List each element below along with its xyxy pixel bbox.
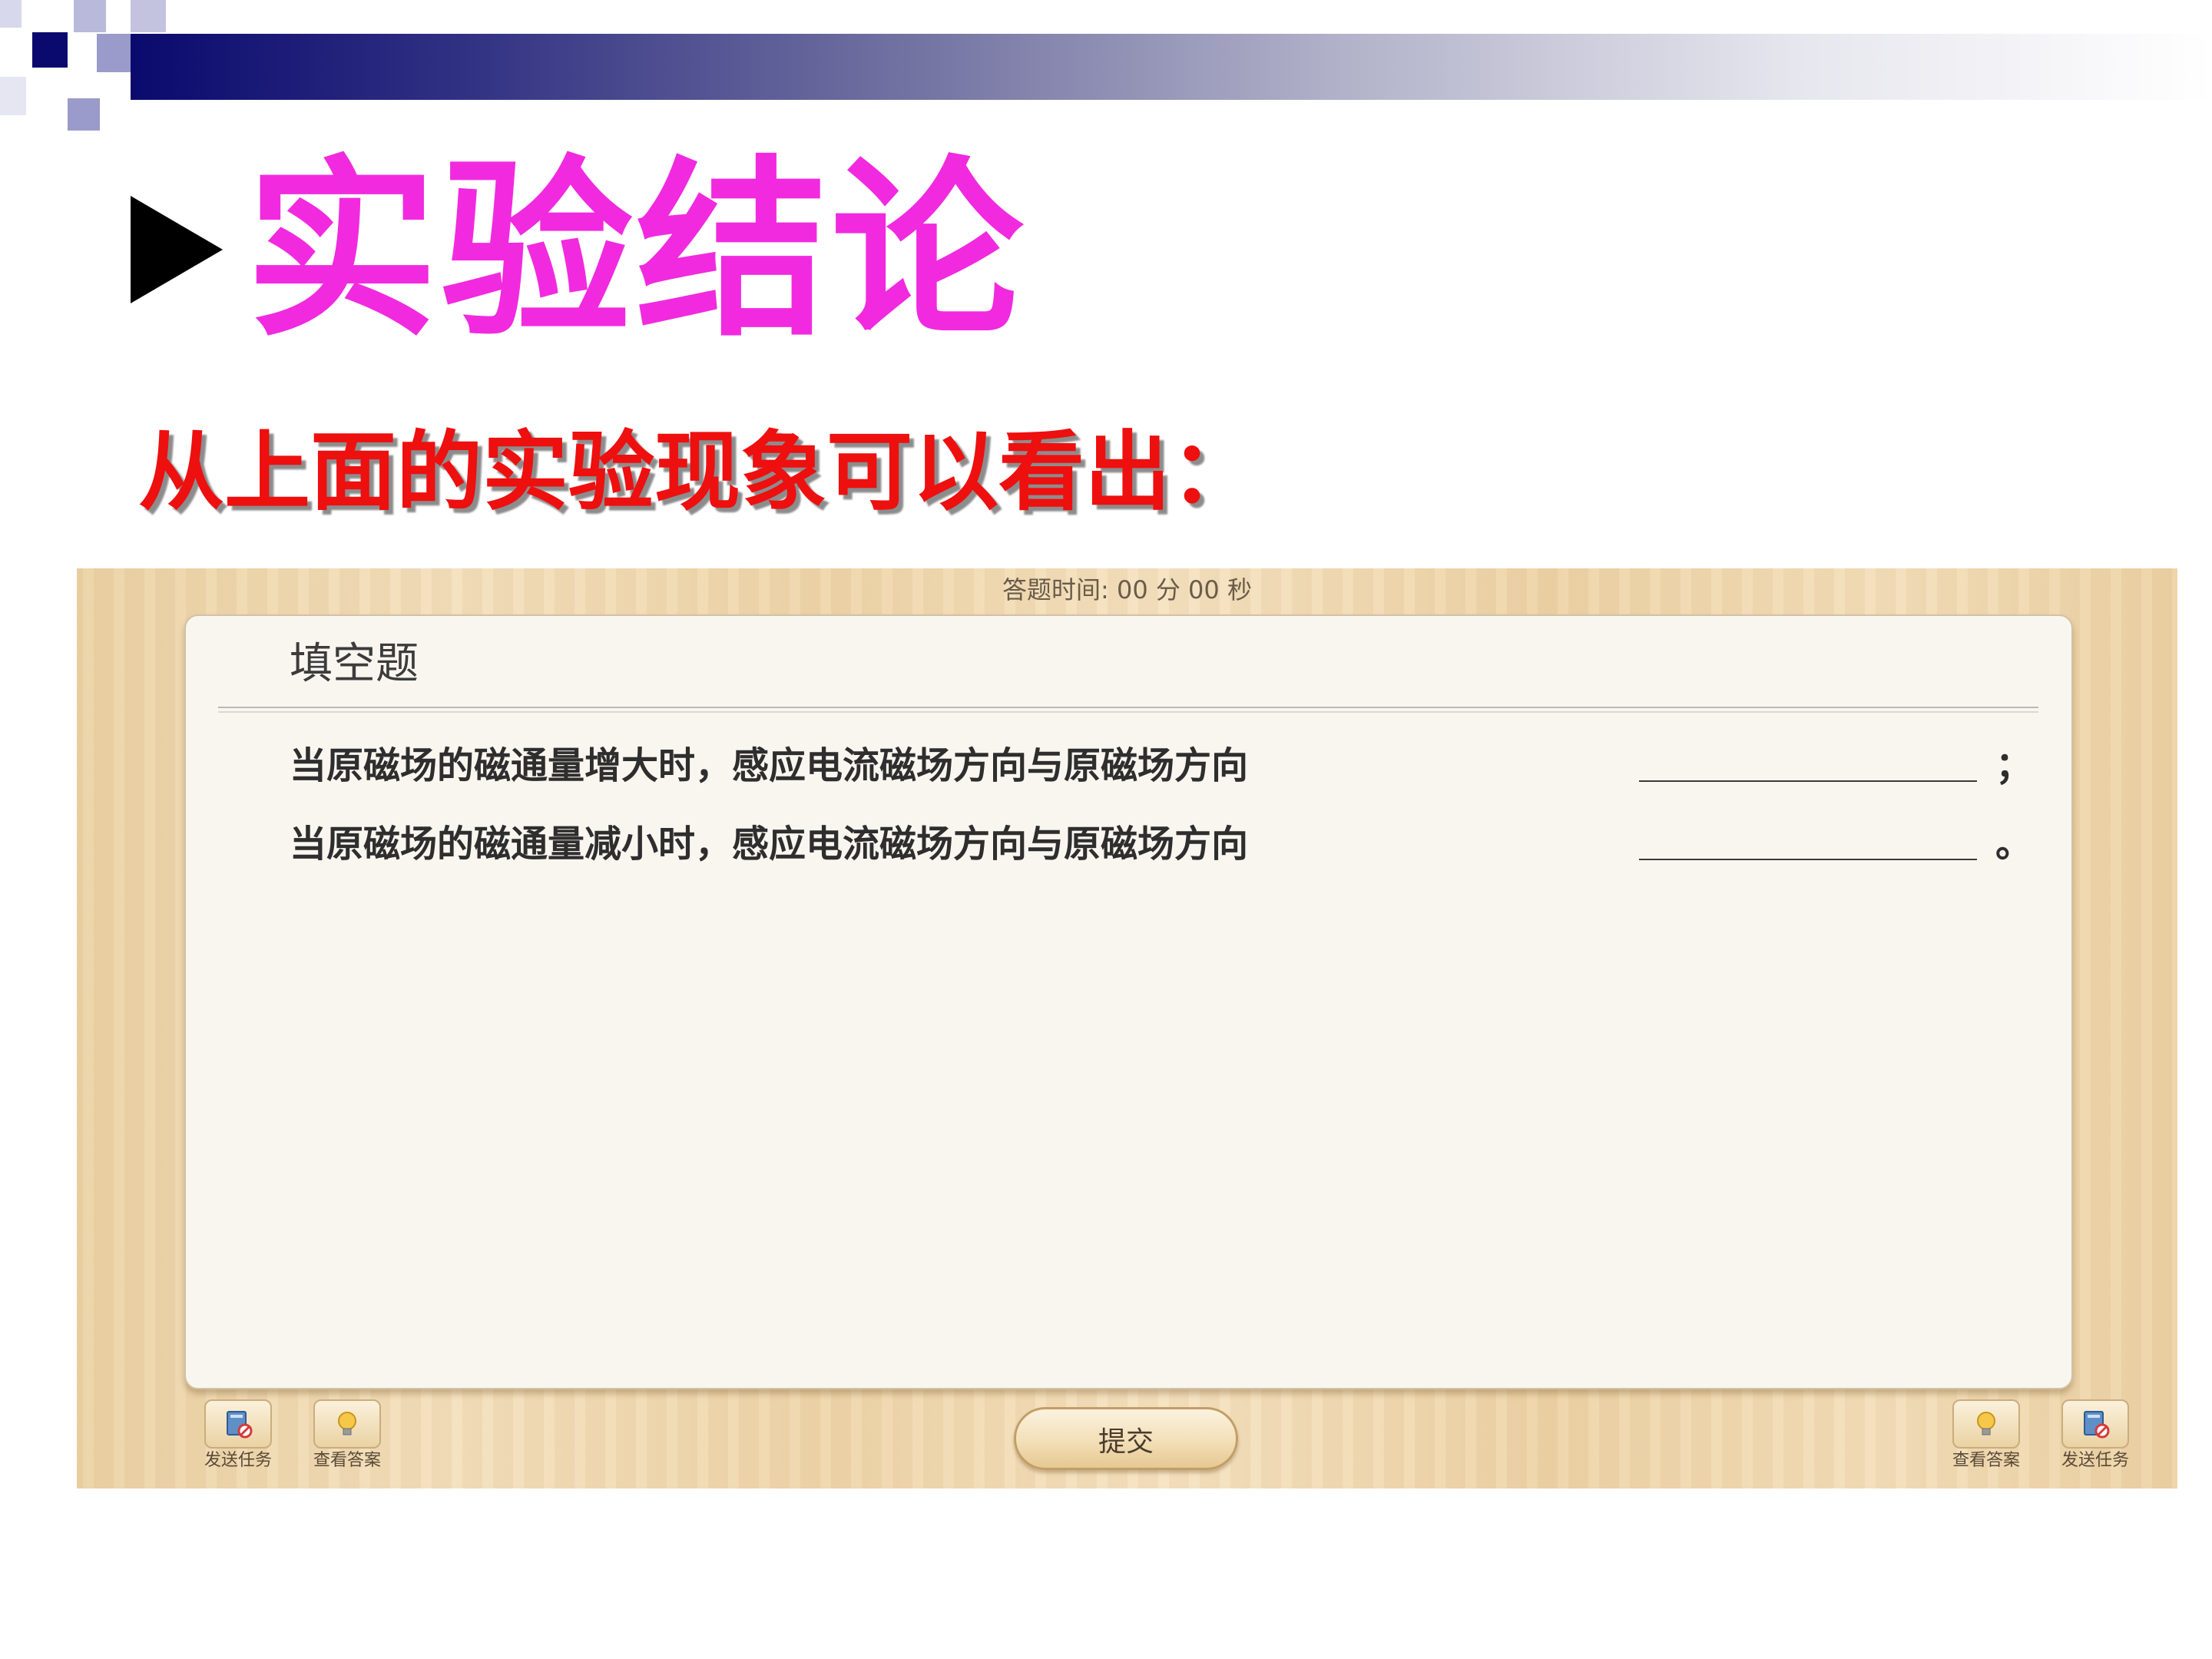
slide-title-row: 实验结论	[131, 134, 1026, 365]
triangle-bullet-icon	[131, 196, 223, 303]
decor-square	[0, 0, 22, 28]
lightbulb-icon	[313, 1399, 381, 1449]
tool-label: 发送任务	[204, 1451, 272, 1470]
question-text: 当原磁场的磁通量增大时，感应电流磁场方向与原磁场方向	[290, 744, 1249, 787]
answer-blank[interactable]	[1639, 820, 1977, 860]
view-answer-button[interactable]: 查看答案	[301, 1399, 393, 1473]
tool-label: 查看答案	[1952, 1451, 2020, 1470]
lightbulb-icon	[1952, 1399, 2020, 1449]
question-line: 当原磁场的磁通量减小时，感应电流磁场方向与原磁场方向 。	[290, 810, 2032, 871]
decor-square	[131, 0, 166, 32]
send-task-button[interactable]: 发送任务	[192, 1399, 284, 1473]
question-end-punct: ；	[1995, 744, 2033, 787]
decor-square	[32, 32, 68, 68]
view-answer-button[interactable]: 查看答案	[1940, 1399, 2032, 1473]
answer-blank[interactable]	[1639, 742, 1977, 782]
question-type-label: 填空题	[290, 639, 419, 689]
decor-square	[68, 98, 100, 131]
tool-label: 发送任务	[2061, 1451, 2129, 1470]
decor-square	[74, 0, 106, 32]
quiz-app: 答题时间: 00 分 00 秒 填空题 当原磁场的磁通量增大时，感应电流磁场方向…	[77, 568, 2177, 1488]
send-task-button[interactable]: 发送任务	[2049, 1399, 2141, 1473]
tool-label: 查看答案	[313, 1451, 381, 1470]
header-gradient-bar	[131, 34, 2212, 100]
send-task-icon	[204, 1399, 272, 1449]
slide-subtitle: 从上面的实验现象可以看出：	[138, 422, 1257, 522]
slide-title: 实验结论	[246, 137, 1026, 363]
question-end-punct: 。	[1995, 823, 2033, 866]
submit-button[interactable]: 提交	[1014, 1407, 1238, 1470]
decor-square	[97, 34, 131, 72]
question-line: 当原磁场的磁通量增大时，感应电流磁场方向与原磁场方向 ；	[290, 731, 2032, 793]
answer-timer: 答题时间: 00 分 00 秒	[1002, 575, 1252, 604]
question-text: 当原磁场的磁通量减小时，感应电流磁场方向与原磁场方向	[290, 823, 1249, 866]
panel-divider	[218, 707, 2038, 713]
send-task-icon	[2061, 1399, 2129, 1449]
question-panel: 填空题 当原磁场的磁通量增大时，感应电流磁场方向与原磁场方向 ； 当原磁场的磁通…	[184, 614, 2073, 1389]
decor-square	[0, 77, 26, 115]
